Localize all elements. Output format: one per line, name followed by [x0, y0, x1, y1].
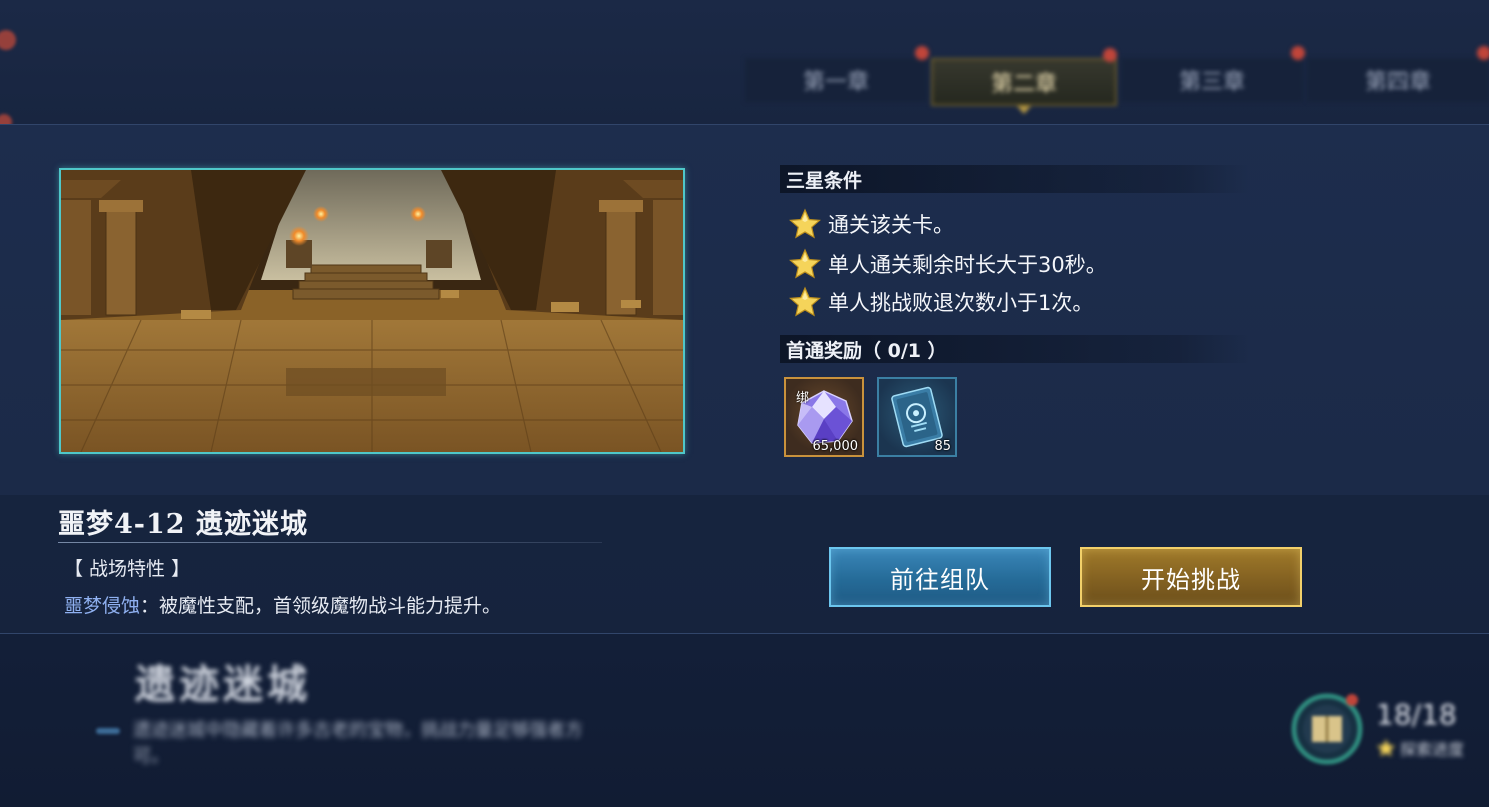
battlefield-feature-line: 噩梦侵蚀：被魔性支配，首领级魔物战斗能力提升。: [64, 591, 501, 618]
tab-chapter-1[interactable]: 第一章: [745, 46, 929, 102]
reward-quantity: 65,000: [812, 439, 859, 454]
exploration-progress: 18/18: [1376, 698, 1457, 731]
tab-chapter-3[interactable]: 第三章: [1121, 46, 1305, 102]
star-icon: [789, 248, 821, 279]
book-icon[interactable]: [1290, 692, 1364, 766]
stage-preview-image: [59, 168, 685, 454]
notification-dot-icon: [1477, 46, 1489, 60]
ruins-scene-illustration: [61, 170, 683, 452]
tab-label: 第四章: [1364, 70, 1431, 95]
condition-text: 单人挑战败退次数小于1次。: [828, 291, 1094, 315]
reward-quantity: 85: [934, 439, 951, 454]
tab-chapter-4[interactable]: 第四章: [1307, 46, 1489, 102]
bound-tag: 绑: [796, 391, 810, 406]
star-condition-2: 单人通关剩余时长大于30秒。: [789, 246, 1107, 282]
battlefield-feature-header: 【 战场特性 】: [64, 558, 191, 580]
tab-chapter-2[interactable]: 第二章: [931, 48, 1117, 114]
notification-dot-icon: [1291, 46, 1305, 60]
condition-text: 单人通关剩余时长大于30秒。: [828, 253, 1107, 277]
first-clear-header: 首通奖励（ 0/1 ）: [780, 335, 1250, 363]
reward-item-crystal[interactable]: 绑 65,000: [784, 377, 864, 457]
three-star-header-label: 三星条件: [786, 169, 863, 192]
notification-dot-icon: [1103, 48, 1117, 62]
tab-label: 第三章: [1178, 70, 1245, 95]
feature-description: ：被魔性支配，首领级魔物战斗能力提升。: [140, 595, 502, 617]
zone-description: 遗迹迷城中隐藏着许多古老的宝物，挑战力量足够强者方可。: [133, 720, 583, 767]
tab-label: 第二章: [990, 72, 1057, 97]
reward-item-blueprint[interactable]: 85: [877, 377, 957, 457]
zone-marker-icon: [96, 728, 120, 734]
star-condition-3: 单人挑战败退次数小于1次。: [789, 284, 1093, 320]
star-condition-1: 通关该关卡。: [789, 206, 954, 242]
feature-name: 噩梦侵蚀: [64, 595, 141, 617]
chapter-tabs: 第一章 第二章 第三章 第四章: [745, 46, 1489, 114]
first-clear-header-label: 首通奖励（ 0/1 ）: [786, 339, 947, 362]
progress-sub-text: 探索进度: [1400, 740, 1465, 759]
tab-label: 第一章: [802, 70, 869, 95]
stage-title: 噩梦4-12 遗迹迷城: [58, 509, 308, 540]
condition-text: 通关该关卡。: [828, 213, 954, 237]
exploration-progress-label: 探索进度: [1376, 736, 1464, 760]
zone-title: 遗迹迷城: [135, 661, 311, 708]
go-to-team-button[interactable]: 前往组队: [829, 547, 1051, 607]
active-tab-pointer-icon: [1017, 106, 1031, 114]
three-star-header: 三星条件: [780, 165, 1250, 193]
star-icon: [1376, 739, 1396, 757]
star-icon: [789, 286, 821, 317]
star-icon: [789, 208, 821, 239]
notification-dot-icon: [915, 46, 929, 60]
start-challenge-button[interactable]: 开始挑战: [1080, 547, 1302, 607]
title-divider: [58, 542, 602, 543]
